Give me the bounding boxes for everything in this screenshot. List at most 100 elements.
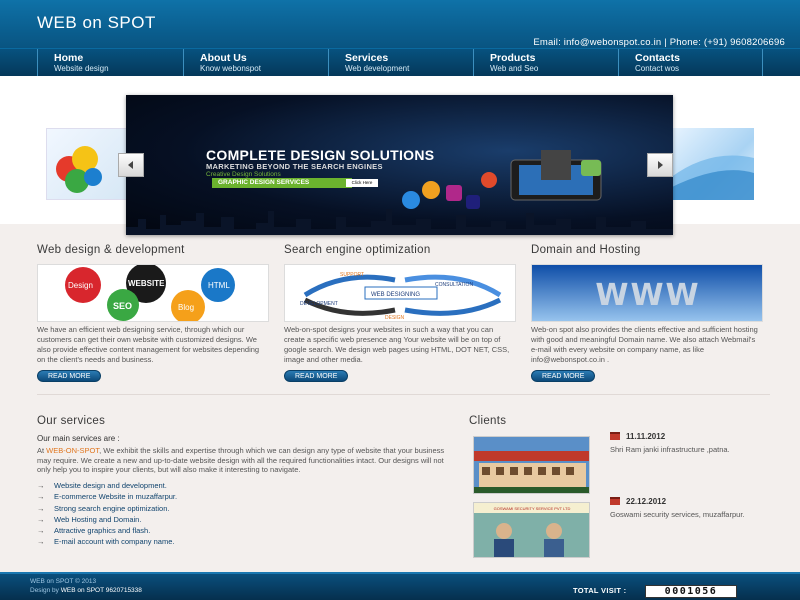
nav-item-contacts[interactable]: Contacts Contact wos [618,49,763,76]
seo-image: WEB DESIGNING SUPPORT CONSULTATION DEVEL… [284,264,516,322]
arrow-label: DEVELOPMENT [300,301,338,307]
read-more-button[interactable]: READ MORE [531,370,596,382]
feature-title: Web design & development [37,244,185,256]
gear-label: Design [68,281,93,290]
city-skyline-graphic [126,209,673,235]
visit-counter-label: TOTAL VISIT : [573,586,627,595]
feature-text: We have an efficient web designing servi… [37,325,260,364]
service-label: Attractive graphics and flash. [54,526,151,536]
slide-click-button[interactable]: Click Here [346,179,378,187]
read-more-button[interactable]: READ MORE [37,370,102,382]
client-date-text: 22.12.2012 [626,497,667,506]
nav-item-subtitle: Web and Seo [490,64,539,73]
arrow-label: CONSULTATION [435,282,473,288]
slide-tagline: Creative Design Solutions [206,171,281,178]
nav-item-title: Products [490,52,536,64]
slider-next-button[interactable] [647,153,673,177]
feature-web-design: Web design & development Design WEBSITE … [37,244,269,383]
copyright-text: WEB on SPOT © 2013 [30,578,97,585]
list-item[interactable]: → E-commerce Website in muzaffarpur. [37,491,177,502]
services-title: Our services [37,415,106,427]
list-item[interactable]: → Strong search engine optimization. [37,503,177,514]
brand-highlight: WEB-ON-SPOT [46,446,100,455]
nav-item-subtitle: Know webonspot [200,64,261,73]
list-item[interactable]: → Website design and development. [37,480,177,491]
feature-text: Web-on-spot designs your websites in suc… [284,325,510,364]
services-intro-text: , We exhibit the skills and expertise th… [37,446,445,474]
service-label: Website design and development. [54,481,167,490]
list-item[interactable]: → Attractive graphics and flash. [37,525,177,536]
slide-subheading: MARKETING BEYOND THE SEARCH ENGINES [206,162,383,171]
client-date-1: 11.11.2012 [610,432,665,441]
client-banner-text: GOSWAMI SECURITY SERVICE PVT LTD [494,506,571,511]
nav-item-about[interactable]: About Us Know webonspot [183,49,328,76]
client-desc-1: Shri Ram janki infrastructure ,patna. [610,445,730,454]
client-thumbnail-2[interactable]: GOSWAMI SECURITY SERVICE PVT LTD [473,502,590,558]
nav-item-title: Home [54,52,84,64]
nav-item-subtitle: Website design [54,64,109,73]
security-photo: GOSWAMI SECURITY SERVICE PVT LTD [474,503,589,557]
services-subtitle: Our main services are : [37,434,120,443]
service-label: Strong search engine optimization. [54,503,170,513]
nav-item-home[interactable]: Home Website design [37,49,183,76]
list-item[interactable]: → E-mail account with company name. [37,536,177,547]
client-desc-2: Goswami security services, muzaffarpur. [610,510,745,519]
blue-abstract-image [670,155,754,200]
gear-label: HTML [208,281,230,290]
list-item[interactable]: → Web Hosting and Domain. [37,514,177,525]
slider-next-thumbnail[interactable] [670,128,754,200]
feature-text: Web-on spot also provides the clients ef… [531,325,758,364]
main-nav: Home Website design About Us Know webons… [0,48,800,76]
feature-title: Domain and Hosting [531,244,641,256]
arrows-graphic: WEB DESIGNING SUPPORT CONSULTATION DEVEL… [285,265,515,321]
visit-counter: 0001056 [645,585,737,598]
site-header: WEB on SPOT Email: info@webonspot.co.in … [0,0,800,76]
contact-info: Email: info@webonspot.co.in | Phone: (+9… [533,37,785,48]
arrow-label: SUPPORT [340,272,364,278]
chevron-left-icon [128,161,133,169]
feature-title: Search engine optimization [284,244,431,256]
gear-label: WEBSITE [128,279,165,288]
read-more-button[interactable]: READ MORE [284,370,349,382]
client-date-text: 11.11.2012 [626,432,666,441]
gear-label: Blog [178,303,194,312]
services-list: → Website design and development. → E-comm… [37,480,177,548]
building-photo [474,437,589,493]
arrow-label: WEB DESIGNING [371,292,420,298]
arrow-label: DESIGN [385,315,405,321]
clients-title: Clients [469,415,507,427]
nav-item-services[interactable]: Services Web development [328,49,473,76]
slide-bar-text: GRAPHIC DESIGN SERVICES [218,179,310,186]
client-date-2: 22.12.2012 [610,497,666,506]
www-image: WWW [531,264,763,322]
calendar-icon [610,432,620,440]
chevron-right-icon [658,161,663,169]
site-footer: WEB on SPOT © 2013 Design by WEB on SPOT… [0,572,800,600]
nav-item-subtitle: Web development [345,64,410,73]
nav-item-title: Contacts [635,52,680,64]
service-label: Web Hosting and Domain. [54,514,142,524]
calendar-icon [610,497,620,505]
client-thumbnail-1[interactable] [473,436,590,494]
arrow-right-icon: → [37,514,45,524]
web-design-image: Design WEBSITE HTML SEO Blog [37,264,269,322]
www-label: WWW [595,278,700,313]
nav-item-subtitle: Contact wos [635,64,680,73]
services-intro-prefix: At [37,446,47,455]
arrow-right-icon: → [37,537,45,547]
gears-graphic: Design WEBSITE HTML SEO Blog [38,265,268,321]
nav-item-products[interactable]: Products Web and Seo [473,49,618,76]
services-intro: At WEB-ON-SPOT, We exhibit the skills an… [37,446,457,475]
www-graphic: WWW [532,265,762,321]
slide-bar: GRAPHIC DESIGN SERVICES [212,178,352,188]
feature-domain-hosting: Domain and Hosting WWW Web-on spot also … [531,244,763,383]
designer-credit: Design by WEB on SPOT 9620715338 [30,587,142,594]
site-logo[interactable]: WEB on SPOT [37,13,156,33]
slider-prev-button[interactable] [118,153,144,177]
nav-item-title: Services [345,52,389,64]
arrow-right-icon: → [37,526,45,536]
service-label: E-commerce Website in muzaffarpur. [54,492,178,502]
designer-link[interactable]: WEB on SPOT 9620715338 [61,587,142,594]
main-slide[interactable]: COMPLETE DESIGN SOLUTIONS MARKETING BEYO… [126,95,673,235]
arrow-right-icon: → [37,481,45,490]
